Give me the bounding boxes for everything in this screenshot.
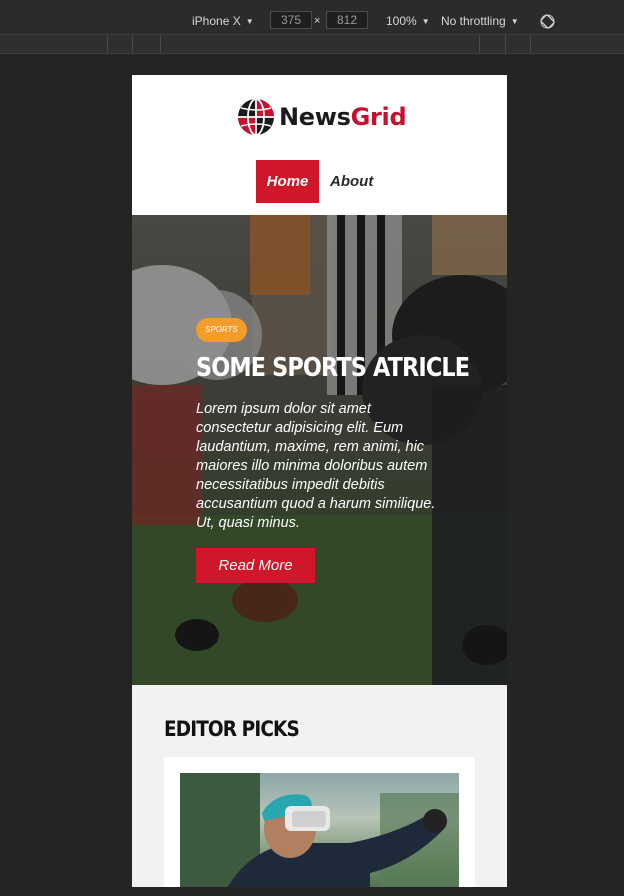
dropdown-caret-icon: ▼ [245, 16, 254, 26]
device-select[interactable]: iPhone X ▼ [192, 8, 254, 34]
nav-about[interactable]: About [330, 173, 373, 190]
width-input[interactable]: 375 [270, 11, 312, 29]
site-logo[interactable]: NewsGrid [237, 98, 407, 136]
logo-wordmark: NewsGrid [279, 103, 407, 131]
editor-picks-title: EDITOR PICKS [164, 717, 300, 741]
article-card[interactable] [164, 757, 475, 887]
height-input[interactable]: 812 [326, 11, 368, 29]
category-badge[interactable]: SPORTS [196, 318, 247, 342]
media-query-bar[interactable] [0, 35, 108, 53]
device-toolbar: iPhone X ▼ 375 × 812 100% ▼ No throttlin… [0, 8, 624, 35]
dropdown-caret-icon: ▼ [421, 16, 430, 26]
hero-excerpt: Lorem ipsum dolor sit amet consectetur a… [196, 401, 436, 531]
media-query-bar[interactable] [531, 35, 624, 53]
media-query-bar[interactable] [480, 35, 506, 53]
dimension-separator: × [314, 15, 321, 27]
read-more-button[interactable]: Read More [196, 548, 315, 583]
globe-logo-icon [238, 98, 274, 136]
hero-title: SOME SPORTS ATRICLE [196, 353, 470, 383]
media-query-bar[interactable] [506, 35, 531, 53]
editor-picks-section: EDITOR PICKS [132, 685, 507, 887]
media-query-bar[interactable] [133, 35, 161, 53]
logo-grid: Grid [350, 103, 407, 131]
media-query-bar[interactable] [161, 35, 480, 53]
vr-headset-photo [180, 773, 459, 887]
logo-news: News [279, 103, 351, 131]
card-image[interactable] [180, 773, 459, 887]
throttling-value: No throttling [441, 14, 506, 28]
zoom-value: 100% [386, 14, 417, 28]
hero-section: SPORTS SOME SPORTS ATRICLE Lorem ipsum d… [132, 215, 507, 685]
rotate-device-button[interactable] [540, 8, 555, 34]
main-nav: Home About [256, 160, 373, 203]
site-header: NewsGrid Home About [132, 75, 507, 215]
device-name: iPhone X [192, 14, 241, 28]
dropdown-caret-icon: ▼ [510, 16, 519, 26]
media-query-ruler [0, 35, 624, 54]
throttling-select[interactable]: No throttling ▼ [441, 8, 519, 34]
zoom-select[interactable]: 100% ▼ [386, 8, 430, 34]
nav-home[interactable]: Home [256, 160, 319, 203]
rotate-device-icon [540, 13, 555, 29]
media-query-bar[interactable] [108, 35, 133, 53]
device-viewport: NewsGrid Home About SPORTS SOME SPORTS A… [132, 75, 507, 887]
